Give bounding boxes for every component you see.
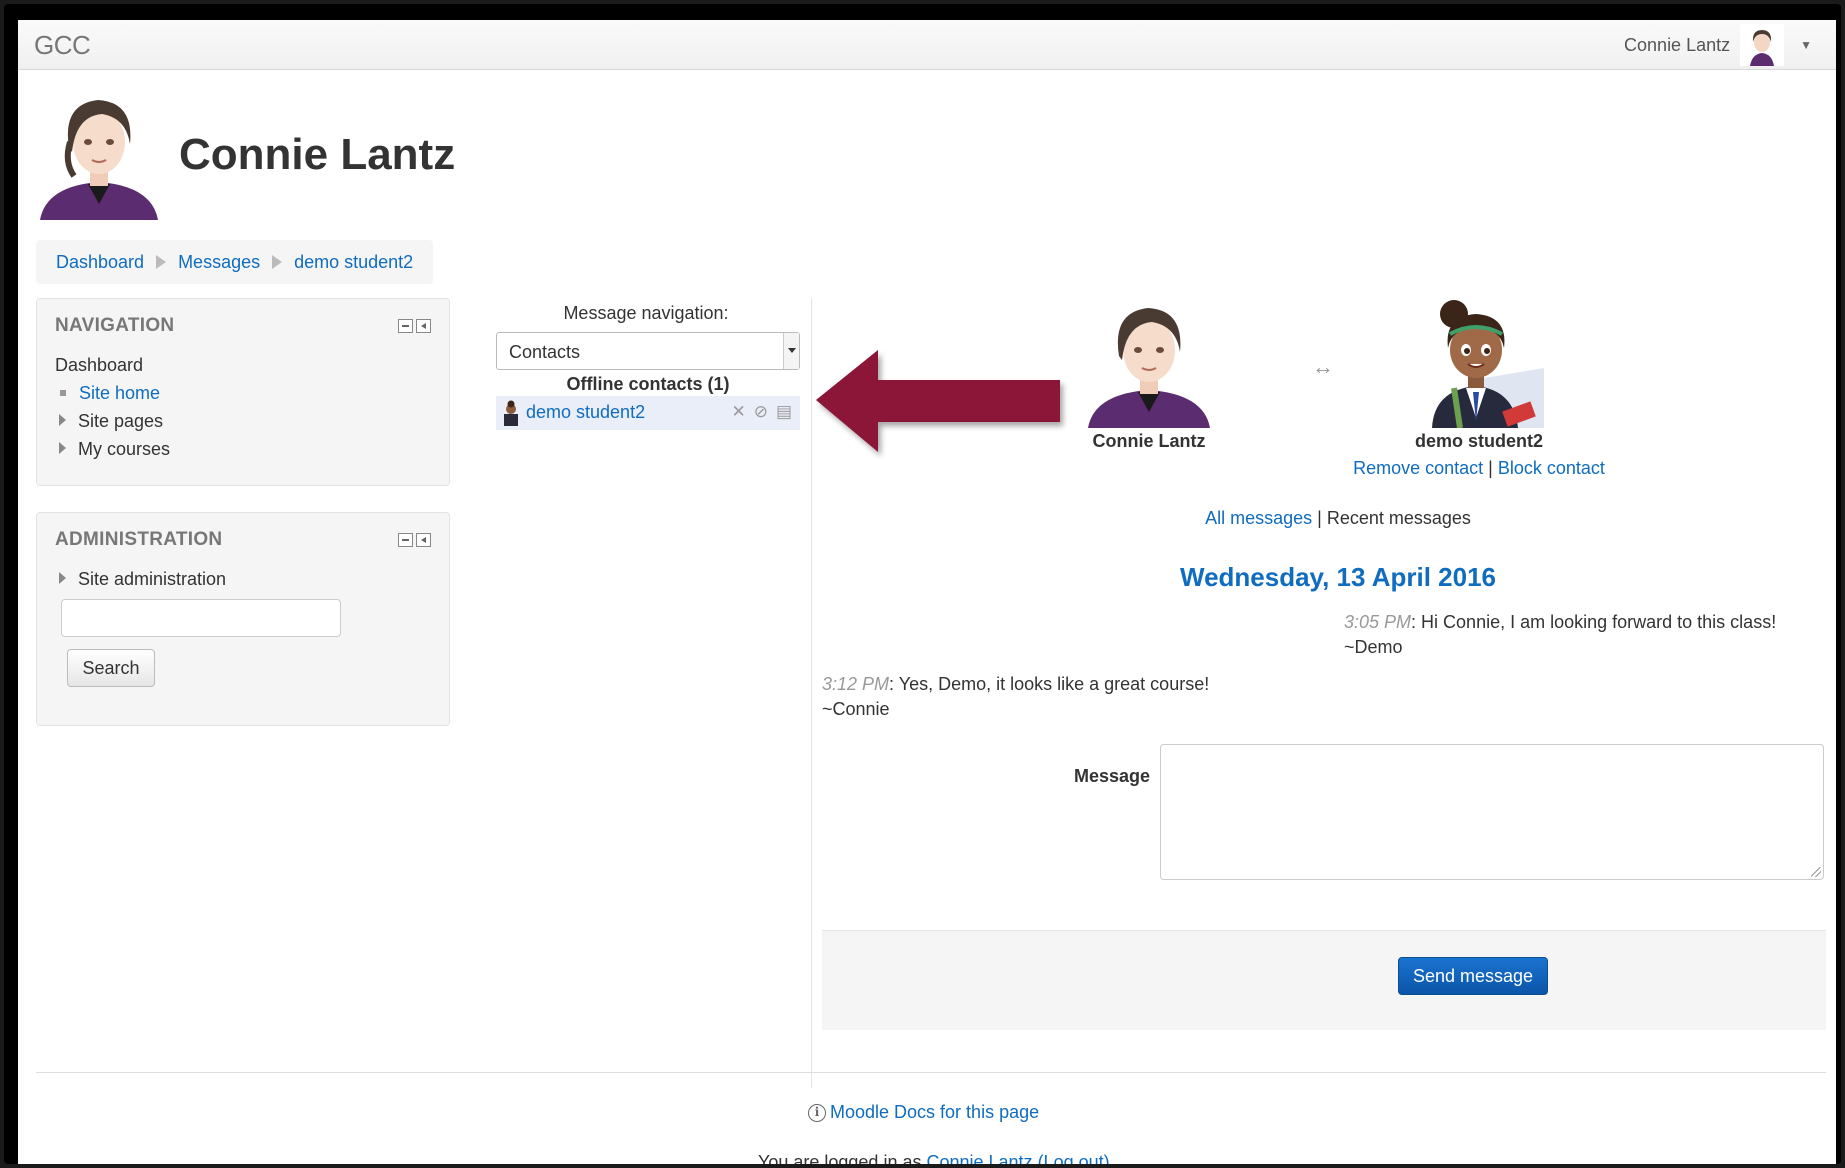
contact-row[interactable]: demo student2 ✕ ⊘ ▤	[496, 396, 800, 430]
contact-avatar	[504, 400, 518, 426]
breadcrumb-separator-icon	[156, 255, 167, 269]
message-text: : Yes, Demo, it looks like a great cours…	[889, 674, 1210, 694]
annotation-arrow-icon	[816, 350, 1060, 452]
nav-item-site-administration[interactable]: Site administration	[59, 569, 226, 590]
message-navigation-label: Message navigation:	[563, 303, 729, 323]
message-navigation-selected: Contacts	[509, 342, 581, 362]
message-sent: 3:12 PM: Yes, Demo, it looks like a grea…	[822, 672, 1342, 722]
navigation-block: NAVIGATION Dashboard Site home Site page…	[36, 298, 450, 486]
browser-viewport: GCC Connie Lantz ▼ Connie Lantz Dashboar…	[18, 20, 1836, 1164]
breadcrumb-messages[interactable]: Messages	[178, 252, 260, 273]
column-divider	[811, 298, 812, 1088]
resize-handle-icon[interactable]	[1811, 867, 1821, 877]
logout-link[interactable]: (Log out)	[1038, 1152, 1110, 1164]
offline-contacts-heading: Offline contacts (1)	[566, 374, 730, 394]
contact-name-link[interactable]: demo student2	[526, 402, 645, 423]
link-separator: |	[1488, 458, 1493, 478]
link-separator: |	[1317, 508, 1322, 528]
block-controls	[398, 319, 431, 333]
window-frame: GCC Connie Lantz ▼ Connie Lantz Dashboar…	[4, 4, 1841, 1164]
footer-divider	[36, 1072, 1826, 1073]
nav-dashboard-link[interactable]: Dashboard	[55, 355, 143, 376]
block-controls	[398, 533, 431, 547]
top-navbar: GCC Connie Lantz ▼	[18, 20, 1836, 70]
message-signature: ~Connie	[822, 699, 890, 719]
nav-site-home-label[interactable]: Site home	[79, 383, 160, 403]
moodle-docs-link-text[interactable]: Moodle Docs for this page	[830, 1102, 1039, 1123]
profile-avatar	[36, 92, 162, 220]
navigation-block-title: NAVIGATION	[55, 315, 175, 336]
logged-in-prefix: You are logged in as	[758, 1152, 927, 1164]
my-name: Connie Lantz	[1092, 431, 1206, 451]
message-signature: ~Demo	[1344, 637, 1403, 657]
administration-block: ADMINISTRATION Site administration Searc…	[36, 512, 450, 726]
logged-in-info: You are logged in as Connie Lantz (Log o…	[758, 1152, 1110, 1164]
hide-block-icon[interactable]	[398, 319, 413, 333]
nav-item-site-home[interactable]: Site home	[59, 383, 160, 404]
dropdown-arrow-icon[interactable]	[783, 333, 799, 369]
message-textarea[interactable]	[1160, 744, 1824, 880]
nav-item-site-pages[interactable]: Site pages	[59, 411, 163, 432]
recent-messages-label: Recent messages	[1326, 508, 1471, 528]
remove-contact-icon[interactable]: ✕	[731, 402, 745, 422]
remove-contact-link[interactable]: Remove contact	[1353, 458, 1483, 478]
expand-arrow-icon[interactable]	[59, 572, 66, 584]
form-actions: Send message	[822, 930, 1826, 1030]
breadcrumb-demo-student2[interactable]: demo student2	[294, 252, 413, 273]
send-message-button[interactable]: Send message	[1398, 957, 1548, 995]
dock-block-icon[interactable]	[416, 319, 431, 333]
message-field-label: Message	[1073, 766, 1150, 786]
site-administration-label[interactable]: Site administration	[78, 569, 226, 589]
message-received: 3:05 PM: Hi Connie, I am looking forward…	[1344, 610, 1824, 660]
chevron-down-icon[interactable]: ▼	[1800, 38, 1812, 52]
message-time: 3:05 PM	[1344, 612, 1412, 632]
user-avatar-icon[interactable]	[1740, 24, 1785, 66]
expand-arrow-icon[interactable]	[59, 442, 66, 454]
message-history-links: All messages | Recent messages	[1128, 508, 1548, 529]
nav-site-pages-label[interactable]: Site pages	[78, 411, 163, 431]
message-text: : Hi Connie, I am looking forward to thi…	[1411, 612, 1777, 632]
all-messages-link[interactable]: All messages	[1205, 508, 1312, 528]
message-history-icon[interactable]: ▤	[776, 402, 792, 422]
message-day-heading: Wednesday, 13 April 2016	[1180, 562, 1496, 592]
page-title: Connie Lantz	[179, 130, 456, 179]
nav-my-courses-label[interactable]: My courses	[78, 439, 170, 459]
admin-search-input[interactable]	[61, 599, 341, 637]
hide-block-icon[interactable]	[398, 533, 413, 547]
breadcrumb-separator-icon	[272, 255, 283, 269]
contact-actions-links: Remove contact | Block contact	[1348, 456, 1610, 481]
nav-item-my-courses[interactable]: My courses	[59, 439, 170, 460]
block-contact-link[interactable]: Block contact	[1498, 458, 1605, 478]
expand-arrow-icon[interactable]	[59, 414, 66, 426]
info-icon: i	[808, 1103, 826, 1122]
message-navigation-select[interactable]: Contacts	[496, 332, 800, 370]
breadcrumb: Dashboard Messages demo student2	[36, 240, 434, 284]
user-menu-name[interactable]: Connie Lantz	[1624, 35, 1730, 56]
administration-block-title: ADMINISTRATION	[55, 529, 223, 550]
contact-actions: ✕ ⊘ ▤	[731, 402, 792, 422]
dock-block-icon[interactable]	[416, 533, 431, 547]
admin-search-button[interactable]: Search	[67, 649, 155, 687]
message-time: 3:12 PM	[822, 674, 890, 694]
logged-in-user-link[interactable]: Connie Lantz	[926, 1152, 1032, 1164]
breadcrumb-dashboard[interactable]: Dashboard	[56, 252, 144, 273]
user-menu[interactable]: Connie Lantz ▼	[1624, 24, 1812, 66]
my-avatar	[1084, 298, 1214, 428]
conversation-swap-icon: ↔	[1312, 354, 1334, 379]
block-contact-icon[interactable]: ⊘	[754, 402, 768, 422]
bullet-icon	[60, 390, 66, 396]
contact-name-heading: demo student2	[1414, 431, 1543, 451]
moodle-docs-link[interactable]: i Moodle Docs for this page	[808, 1102, 1039, 1123]
contact-avatar-large	[1414, 298, 1544, 428]
site-brand[interactable]: GCC	[34, 30, 91, 61]
